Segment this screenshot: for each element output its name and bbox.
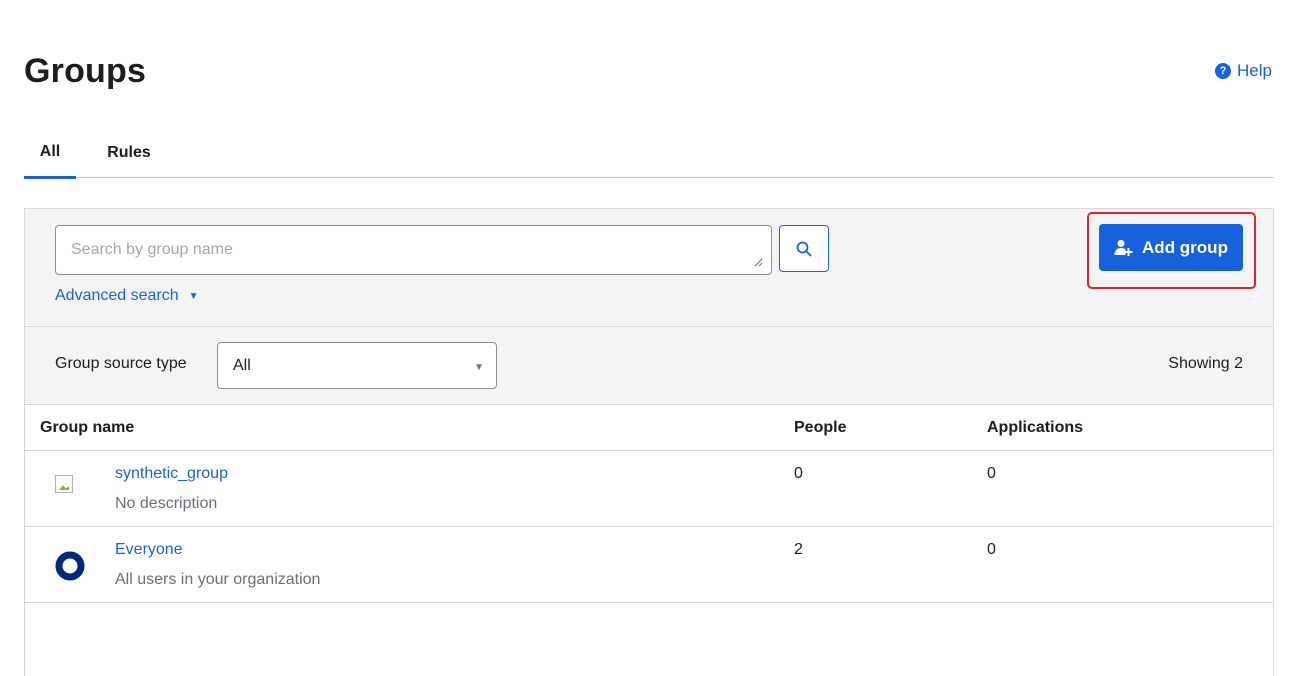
group-description: All users in your organization bbox=[115, 571, 321, 588]
group-source-type-value: All bbox=[233, 356, 251, 374]
filter-bar: Group source type All ▼ Showing 2 bbox=[25, 327, 1273, 405]
group-source-type-label: Group source type bbox=[55, 355, 187, 372]
tab-rules[interactable]: Rules bbox=[94, 128, 164, 178]
group-name-link[interactable]: synthetic_group bbox=[115, 465, 228, 483]
group-description: No description bbox=[115, 495, 218, 512]
column-header-people[interactable]: People bbox=[794, 419, 846, 437]
okta-ring-icon bbox=[55, 551, 85, 581]
table-header: Group name People Applications bbox=[25, 405, 1273, 451]
advanced-search-toggle[interactable]: Advanced search ▼ bbox=[55, 287, 199, 305]
column-header-applications[interactable]: Applications bbox=[987, 419, 1083, 437]
applications-count: 0 bbox=[987, 465, 996, 482]
search-toolbar: Advanced search ▼ Add group bbox=[25, 209, 1273, 327]
showing-count: Showing 2 bbox=[1168, 355, 1243, 372]
tab-all[interactable]: All bbox=[24, 128, 76, 179]
applications-count: 0 bbox=[987, 541, 996, 558]
page-title: Groups bbox=[24, 52, 147, 90]
people-count: 0 bbox=[794, 465, 803, 482]
people-count: 2 bbox=[794, 541, 803, 558]
broken-image-icon bbox=[55, 475, 73, 493]
table-row: Everyone All users in your organization … bbox=[25, 527, 1273, 603]
group-name-link[interactable]: Everyone bbox=[115, 541, 183, 559]
chevron-down-icon: ▼ bbox=[474, 362, 484, 373]
help-link[interactable]: ? Help bbox=[1215, 61, 1272, 81]
add-user-icon bbox=[1114, 239, 1133, 256]
advanced-search-label: Advanced search bbox=[55, 287, 179, 304]
search-input[interactable] bbox=[55, 225, 772, 275]
caret-down-icon: ▼ bbox=[188, 290, 199, 302]
group-source-type-select[interactable]: All ▼ bbox=[217, 342, 497, 389]
add-group-button[interactable]: Add group bbox=[1099, 224, 1243, 271]
groups-panel: Advanced search ▼ Add group Group source… bbox=[24, 208, 1274, 676]
help-label: Help bbox=[1237, 61, 1272, 80]
table-row: synthetic_group No description 0 0 bbox=[25, 451, 1273, 527]
help-icon: ? bbox=[1215, 63, 1231, 79]
tab-bar: All Rules bbox=[24, 128, 1274, 179]
column-header-group-name[interactable]: Group name bbox=[40, 419, 134, 437]
add-group-label: Add group bbox=[1142, 237, 1228, 257]
search-button[interactable] bbox=[779, 225, 829, 272]
search-icon bbox=[796, 241, 812, 256]
